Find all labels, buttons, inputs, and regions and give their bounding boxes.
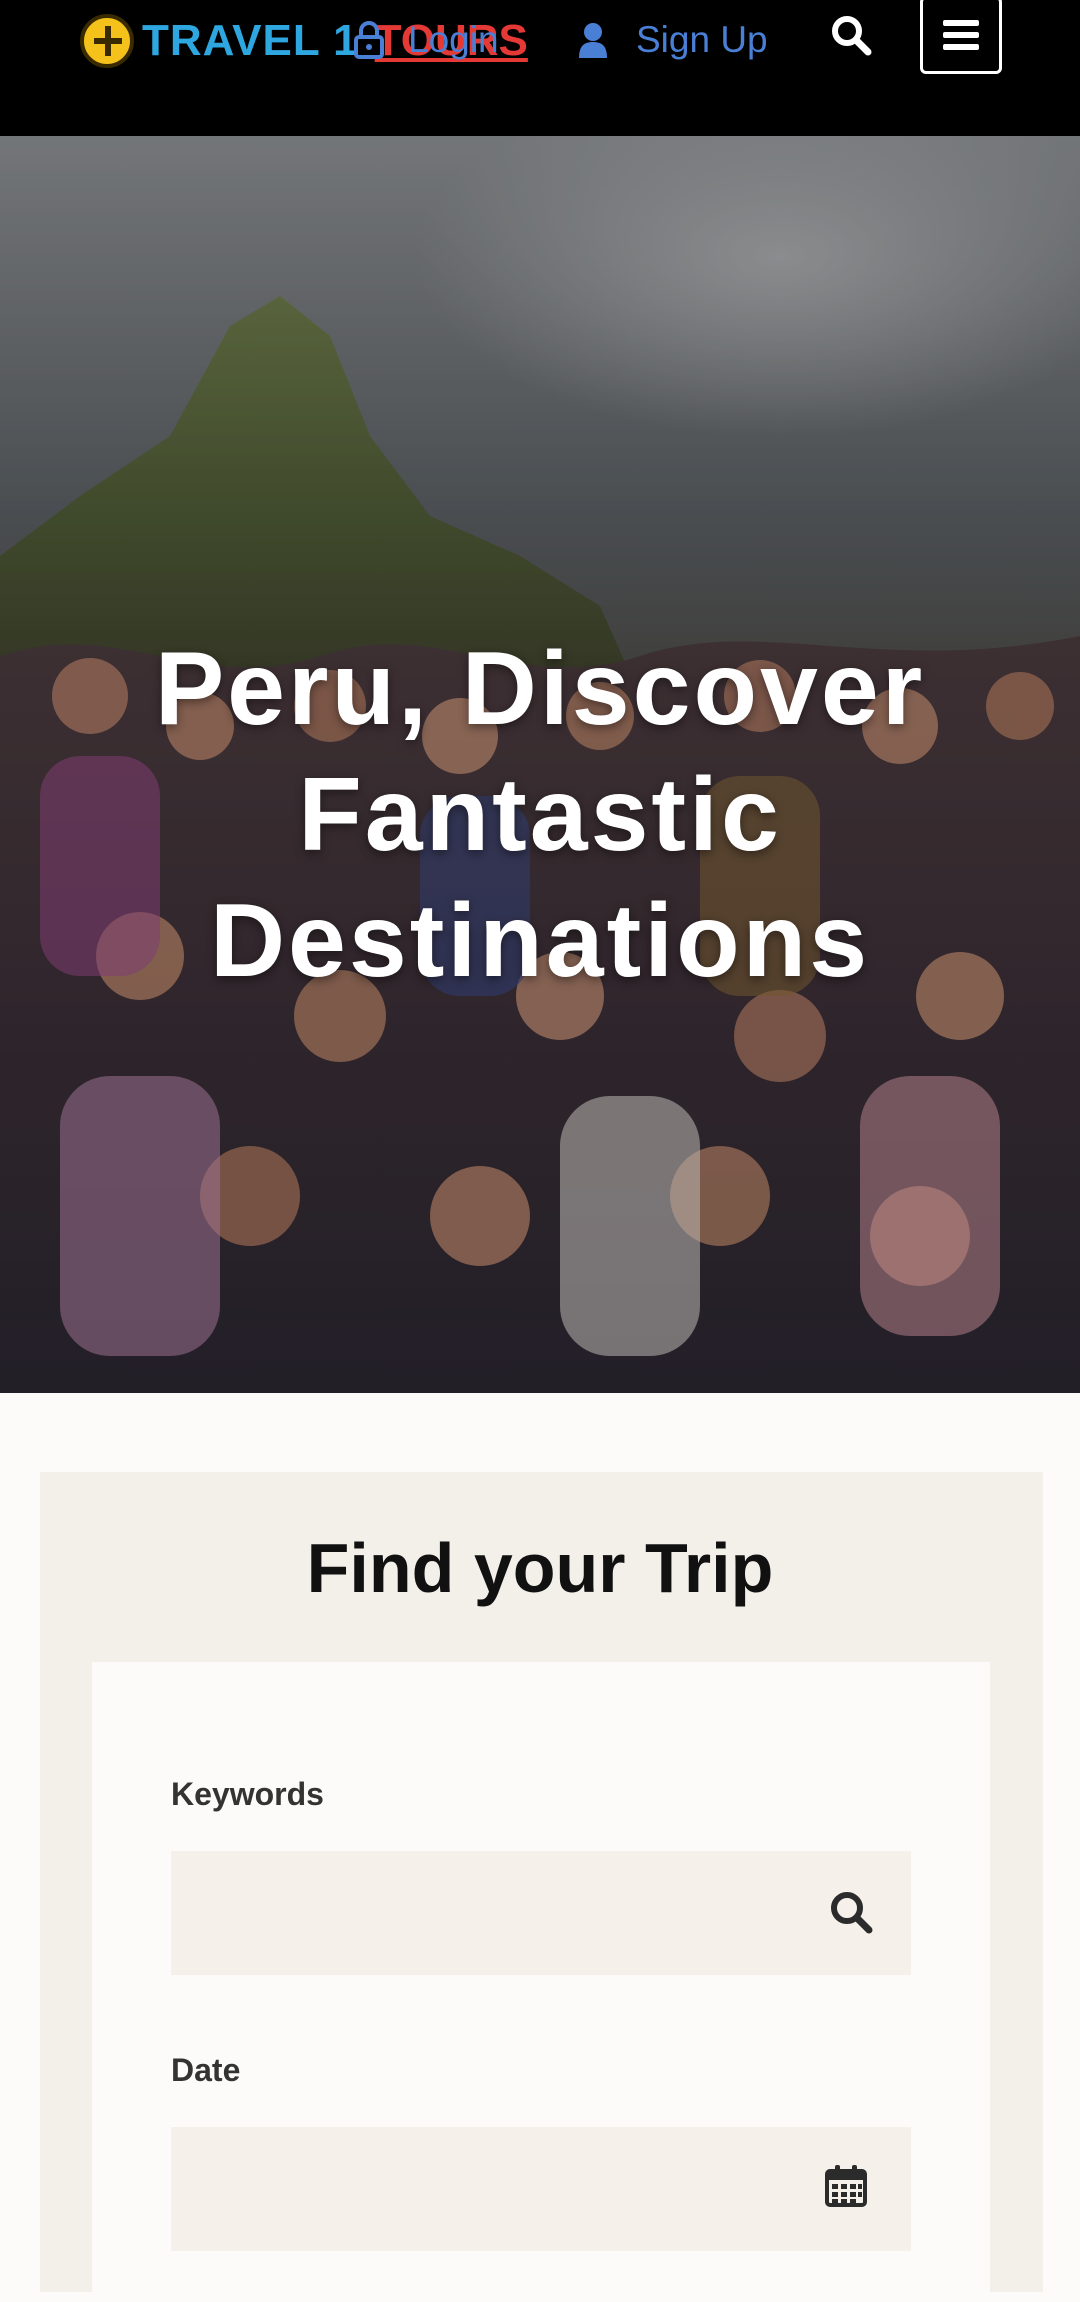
hero-title: Peru, Discover Fantastic Destinations (60, 626, 1020, 1004)
trip-search-title: Find your Trip (306, 1529, 774, 1607)
hero-title-line-2: Fantastic (298, 757, 782, 873)
login-label: Login (408, 19, 499, 60)
menu-icon (943, 20, 979, 50)
keywords-input[interactable] (171, 1851, 911, 1975)
signup-link[interactable]: Sign Up (578, 14, 768, 66)
login-link[interactable]: Login (352, 14, 499, 66)
search-icon[interactable] (830, 14, 872, 56)
logo-icon (80, 14, 134, 68)
signup-label: Sign Up (636, 19, 768, 60)
date-label: Date (171, 2052, 241, 2088)
hero-title-line-1: Peru, Discover (154, 631, 926, 747)
lock-icon (354, 21, 384, 59)
hero-banner: Peru, Discover Fantastic Destinations (0, 136, 1080, 1393)
hero-title-line-3: Destinations (209, 883, 871, 999)
user-icon (579, 23, 607, 58)
menu-button[interactable] (920, 0, 1002, 74)
keywords-label: Keywords (171, 1776, 324, 1812)
search-icon[interactable] (829, 1890, 873, 1934)
date-input[interactable] (171, 2127, 911, 2251)
calendar-icon[interactable] (824, 2163, 868, 2207)
site-header: TRAVEL 1 TOURS Login Sign Up (0, 0, 1080, 136)
logo-text-travel: TRAVEL 1 (142, 16, 359, 65)
